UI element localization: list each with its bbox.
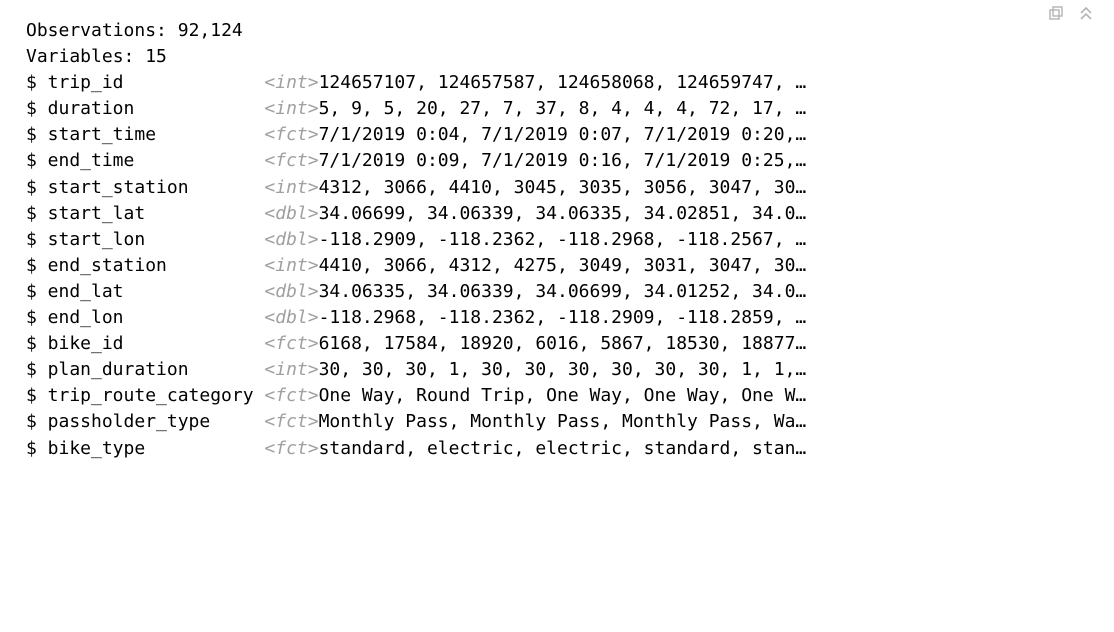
dollar-sign: $ [26, 70, 37, 96]
variable-row: $ duration<int> 5, 9, 5, 20, 27, 7, 37, 8… [26, 96, 1114, 122]
variable-type: <fct> [264, 331, 318, 357]
dollar-sign: $ [26, 96, 37, 122]
variable-type: <int> [264, 175, 318, 201]
variable-name: end_lon [48, 305, 265, 331]
variable-type: <dbl> [264, 305, 318, 331]
dollar-sign: $ [26, 383, 37, 409]
observations-label: Observations: [26, 20, 167, 41]
dollar-sign: $ [26, 122, 37, 148]
variable-values: 34.06699, 34.06339, 34.06335, 34.02851, … [319, 201, 807, 227]
dollar-sign: $ [26, 279, 37, 305]
output-toolbar [1048, 6, 1094, 29]
variable-values: standard, electric, electric, standard, … [319, 436, 807, 462]
variable-values: One Way, Round Trip, One Way, One Way, O… [319, 383, 807, 409]
variable-type: <fct> [264, 148, 318, 174]
variable-values: 6168, 17584, 18920, 6016, 5867, 18530, 1… [319, 331, 807, 357]
variable-type: <fct> [264, 436, 318, 462]
popout-icon[interactable] [1048, 6, 1064, 29]
variable-name: trip_id [48, 70, 265, 96]
variable-values: 124657107, 124657587, 124658068, 1246597… [319, 70, 807, 96]
variable-type: <dbl> [264, 279, 318, 305]
variable-row: $ end_lat<dbl> 34.06335, 34.06339, 34.066… [26, 279, 1114, 305]
variable-type: <int> [264, 357, 318, 383]
variable-row: $ passholder_type<fct> Monthly Pass, Mont… [26, 409, 1114, 435]
variable-row: $ start_station<int> 4312, 3066, 4410, 30… [26, 175, 1114, 201]
variable-name: start_lat [48, 201, 265, 227]
dollar-sign: $ [26, 227, 37, 253]
variable-values: 5, 9, 5, 20, 27, 7, 37, 8, 4, 4, 4, 72, … [319, 96, 807, 122]
variable-values: -118.2909, -118.2362, -118.2968, -118.25… [319, 227, 807, 253]
variable-type: <fct> [264, 122, 318, 148]
variable-values: Monthly Pass, Monthly Pass, Monthly Pass… [319, 409, 807, 435]
variable-row: $ trip_route_category<fct> One Way, Round… [26, 383, 1114, 409]
variable-name: start_time [48, 122, 265, 148]
variable-row: $ end_station<int> 4410, 3066, 4312, 4275… [26, 253, 1114, 279]
variable-type: <fct> [264, 383, 318, 409]
observations-line: Observations: 92,124 [26, 18, 1114, 44]
dollar-sign: $ [26, 357, 37, 383]
variable-row: $ end_lon<dbl> -118.2968, -118.2362, -118… [26, 305, 1114, 331]
dollar-sign: $ [26, 436, 37, 462]
dollar-sign: $ [26, 148, 37, 174]
collapse-icon[interactable] [1078, 6, 1094, 29]
variable-name: duration [48, 96, 265, 122]
variable-type: <dbl> [264, 227, 318, 253]
dollar-sign: $ [26, 331, 37, 357]
variables-line: Variables: 15 [26, 44, 1114, 70]
variables-label: Variables: [26, 46, 134, 67]
variable-name: end_time [48, 148, 265, 174]
variable-type: <int> [264, 253, 318, 279]
variable-row: $ plan_duration<int> 30, 30, 30, 1, 30, 3… [26, 357, 1114, 383]
variable-name: start_station [48, 175, 265, 201]
variable-row: $ bike_id<fct> 6168, 17584, 18920, 6016, … [26, 331, 1114, 357]
variable-row: $ start_lat<dbl> 34.06699, 34.06339, 34.0… [26, 201, 1114, 227]
variable-name: passholder_type [48, 409, 265, 435]
observations-value: 92,124 [178, 20, 243, 41]
glimpse-output: Observations: 92,124 Variables: 15 $ trip… [0, 0, 1114, 462]
variable-row: $ trip_id<int> 124657107, 124657587, 1246… [26, 70, 1114, 96]
variable-values: 7/1/2019 0:04, 7/1/2019 0:07, 7/1/2019 0… [319, 122, 807, 148]
variable-row: $ end_time<fct> 7/1/2019 0:09, 7/1/2019 0… [26, 148, 1114, 174]
variable-name: end_lat [48, 279, 265, 305]
variable-name: end_station [48, 253, 265, 279]
variable-name: bike_type [48, 436, 265, 462]
variable-values: 4410, 3066, 4312, 4275, 3049, 3031, 3047… [319, 253, 807, 279]
variable-values: 4312, 3066, 4410, 3045, 3035, 3056, 3047… [319, 175, 807, 201]
variable-name: trip_route_category [48, 383, 265, 409]
variable-values: -118.2968, -118.2362, -118.2909, -118.28… [319, 305, 807, 331]
variable-values: 34.06335, 34.06339, 34.06699, 34.01252, … [319, 279, 807, 305]
dollar-sign: $ [26, 201, 37, 227]
variable-row: $ bike_type<fct> standard, electric, elec… [26, 436, 1114, 462]
variable-name: plan_duration [48, 357, 265, 383]
variable-type: <dbl> [264, 201, 318, 227]
variable-type: <fct> [264, 409, 318, 435]
variable-name: bike_id [48, 331, 265, 357]
dollar-sign: $ [26, 253, 37, 279]
variable-type: <int> [264, 96, 318, 122]
variables-value: 15 [145, 46, 167, 67]
variable-row: $ start_time<fct> 7/1/2019 0:04, 7/1/2019… [26, 122, 1114, 148]
variable-type: <int> [264, 70, 318, 96]
dollar-sign: $ [26, 175, 37, 201]
dollar-sign: $ [26, 409, 37, 435]
variable-values: 30, 30, 30, 1, 30, 30, 30, 30, 30, 30, 1… [319, 357, 807, 383]
variable-row: $ start_lon<dbl> -118.2909, -118.2362, -1… [26, 227, 1114, 253]
dollar-sign: $ [26, 305, 37, 331]
variable-values: 7/1/2019 0:09, 7/1/2019 0:16, 7/1/2019 0… [319, 148, 807, 174]
variable-name: start_lon [48, 227, 265, 253]
